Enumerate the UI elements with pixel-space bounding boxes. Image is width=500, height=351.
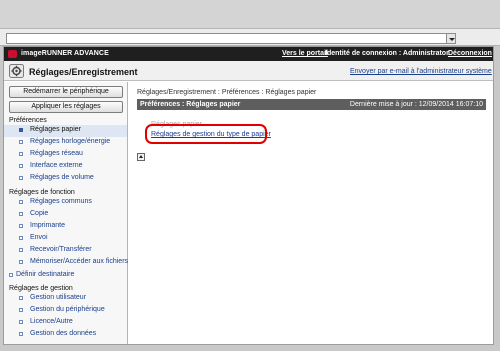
sidebar-item-data-management[interactable]: Gestion des données [4,329,127,341]
brand-name: imageRUNNER ADVANCE [21,50,109,57]
bullet-icon [19,296,23,300]
sidebar-item-label: Réglages horloge/énergie [30,138,111,145]
bullet-icon [19,308,23,312]
sidebar-item-label: Réglages de volume [30,174,94,181]
bullet-icon [19,128,23,132]
sidebar-item-label: Définir destinataire [16,271,75,278]
section-title: Préférences : Réglages papier [140,101,241,108]
sidebar-item-label: Réglages papier [30,126,81,133]
login-info: Identité de connexion : Administrator [325,50,449,57]
bullet-icon [19,164,23,168]
sidebar-item-label: Licence/Autre [30,318,73,325]
sidebar-item-define-destination[interactable]: Définir destinataire [4,270,127,282]
portal-link[interactable]: Vers le portail [282,50,328,57]
sidebar-item-volume[interactable]: Réglages de volume [4,173,127,185]
sidebar-item-copy[interactable]: Copie [4,209,127,221]
url-input[interactable] [6,33,456,44]
preferences-header: Préférences [9,117,47,124]
sidebar-item-user-management[interactable]: Gestion utilisateur [4,293,127,305]
sidebar-item-label: Copie [30,210,49,217]
sidebar-item-label: Recevoir/Transférer [30,246,92,253]
bullet-icon [19,212,23,216]
brand-bar: imageRUNNER ADVANCE Vers le portail Iden… [4,47,493,61]
sidebar-item-label: Imprimante [30,222,66,229]
sidebar-item-label: Mémoriser/Accéder aux fichiers [30,258,129,265]
sidebar-item-send[interactable]: Envoi [4,233,127,245]
management-settings-header: Réglages de gestion [9,285,73,292]
sidebar-item-network[interactable]: Réglages réseau [4,149,127,161]
bullet-icon [9,273,13,277]
restart-device-button[interactable]: Redémarrer le périphérique [9,86,123,98]
email-admin-link[interactable]: Envoyer par e-mail à l'administrateur sy… [350,68,492,75]
main-content: Réglages/Enregistrement : Préférences : … [129,82,493,344]
sidebar-item-external-interface[interactable]: Interface externe [4,161,127,173]
sidebar-item-clock-energy[interactable]: Réglages horloge/énergie [4,137,127,149]
page-title: Réglages/Enregistrement [29,67,138,77]
settings-icon [9,64,24,78]
bullet-icon [19,224,23,228]
sidebar-item-label: Gestion du périphérique [30,306,105,313]
browser-toolbar [0,0,500,29]
bullet-icon [19,152,23,156]
url-dropdown-button[interactable] [446,33,456,44]
sidebar-item-label: Gestion utilisateur [30,294,87,301]
breadcrumb: Réglages/Enregistrement : Préférences : … [137,89,317,96]
sidebar-item-paper-settings[interactable]: Réglages papier [4,125,127,137]
sidebar-item-label: Gestion des données [30,330,97,337]
highlight-annotation [145,124,267,144]
bullet-icon [19,140,23,144]
apply-settings-button[interactable]: Appliquer les réglages [9,101,123,113]
last-update: Dernière mise à jour : 12/09/2014 16:07:… [349,101,483,108]
bullet-icon [19,260,23,264]
sidebar-item-label: Réglages communs [30,198,92,205]
sidebar-item-store-access-files[interactable]: Mémoriser/Accéder aux fichiers [4,257,129,269]
canon-logo-icon [8,50,17,58]
sidebar: Redémarrer le périphérique Appliquer les… [4,82,129,344]
function-settings-header: Réglages de fonction [9,189,75,196]
logout-link[interactable]: Déconnexion [448,50,492,57]
bullet-icon [19,332,23,336]
bullet-icon [19,248,23,252]
sidebar-item-printer[interactable]: Imprimante [4,221,127,233]
app-window: imageRUNNER ADVANCE Vers le portail Iden… [3,46,494,345]
sidebar-item-label: Réglages réseau [30,150,83,157]
bullet-icon [19,200,23,204]
scroll-to-top-icon[interactable] [137,153,145,161]
sidebar-item-license-other[interactable]: Licence/Autre [4,317,127,329]
sidebar-item-label: Interface externe [30,162,83,169]
sidebar-item-receive-forward[interactable]: Recevoir/Transférer [4,245,127,257]
section-header: Préférences : Réglages papier Dernière m… [137,99,486,110]
bullet-icon [19,320,23,324]
sidebar-item-label: Envoi [30,234,48,241]
sidebar-item-device-management[interactable]: Gestion du périphérique [4,305,127,317]
bullet-icon [19,236,23,240]
bullet-icon [19,176,23,180]
sidebar-item-common[interactable]: Réglages communs [4,197,127,209]
title-bar: Réglages/Enregistrement Envoyer par e-ma… [4,61,493,81]
